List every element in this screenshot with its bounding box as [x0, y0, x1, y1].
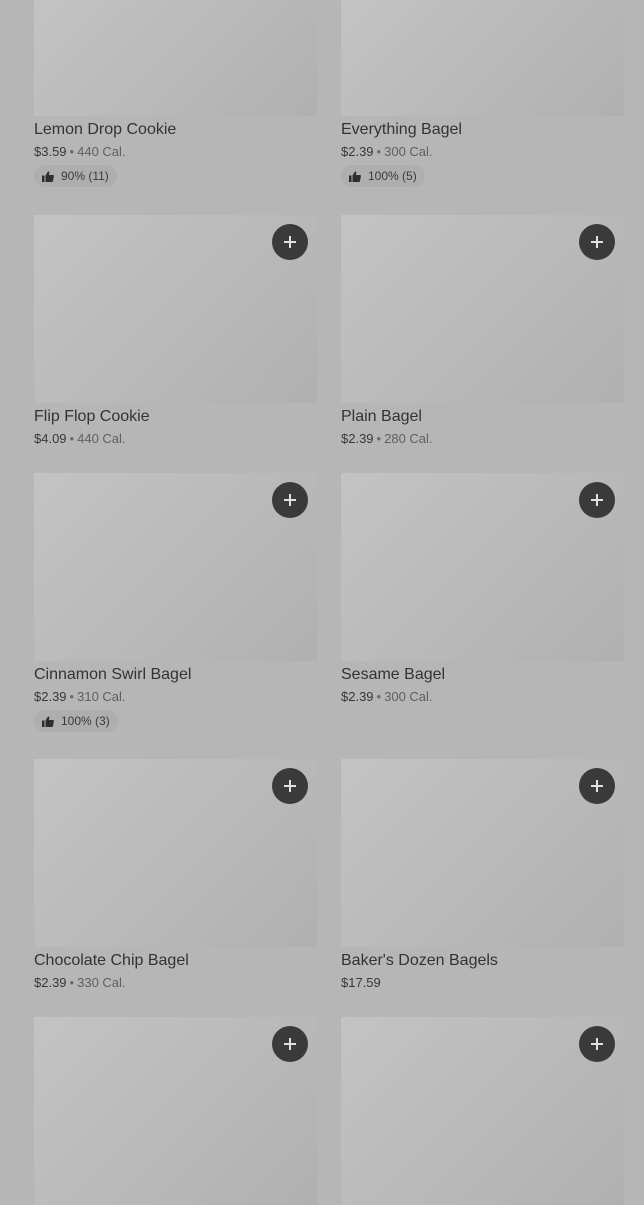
product-name: Flip Flop Cookie [34, 408, 150, 425]
product-card[interactable] [34, 1017, 317, 1205]
product-calories: 300 Cal. [384, 144, 433, 159]
product-card[interactable]: Plain Bagel $2.39 • 280 Cal. [341, 215, 624, 446]
add-to-cart-button[interactable] [579, 224, 615, 260]
plus-icon [284, 494, 296, 506]
product-price: $2.39 [341, 689, 374, 704]
product-card[interactable]: Baker's Dozen Bagels $17.59 [341, 759, 624, 990]
product-meta: $2.39 • 280 Cal. [341, 431, 624, 446]
product-image[interactable] [341, 759, 624, 947]
separator: • [69, 975, 75, 990]
separator: • [376, 144, 382, 159]
rating-text: 90% (11) [61, 169, 109, 183]
product-image[interactable] [341, 1017, 624, 1205]
product-price: $17.59 [341, 975, 381, 990]
separator: • [69, 689, 75, 704]
rating-text: 100% (5) [368, 169, 417, 183]
plus-icon [591, 236, 603, 248]
product-image[interactable] [34, 0, 317, 116]
product-image[interactable] [341, 215, 624, 403]
product-image[interactable] [34, 1017, 317, 1205]
product-meta: $2.39 • 300 Cal. [341, 144, 624, 159]
product-name: Plain Bagel [341, 408, 422, 425]
product-card[interactable]: Sesame Bagel $2.39 • 300 Cal. [341, 473, 624, 704]
product-calories: 310 Cal. [77, 689, 126, 704]
product-image[interactable] [341, 473, 624, 661]
plus-icon [284, 1038, 296, 1050]
product-name: Sesame Bagel [341, 666, 446, 683]
plus-icon [591, 1038, 603, 1050]
separator: • [376, 431, 382, 446]
add-to-cart-button[interactable] [579, 1026, 615, 1062]
plus-icon [591, 780, 603, 792]
product-price: $2.39 [34, 689, 67, 704]
product-meta: $3.59 • 440 Cal. [34, 144, 317, 159]
product-price: $2.39 [341, 431, 374, 446]
product-card[interactable]: Everything Bagel $2.39 • 300 Cal. 100% (5) [341, 0, 624, 187]
rating-badge: 100% (5) [341, 165, 425, 187]
product-image[interactable] [34, 215, 317, 403]
plus-icon [284, 780, 296, 792]
plus-icon [284, 236, 296, 248]
add-to-cart-button[interactable] [579, 482, 615, 518]
product-name: Chocolate Chip Bagel [34, 952, 189, 969]
product-calories: 280 Cal. [384, 431, 433, 446]
rating-badge: 100% (3) [34, 710, 118, 732]
product-card[interactable]: Flip Flop Cookie $4.09 • 440 Cal. [34, 215, 317, 446]
add-to-cart-button[interactable] [272, 768, 308, 804]
product-image[interactable] [341, 0, 624, 116]
separator: • [69, 144, 75, 159]
add-to-cart-button[interactable] [272, 1026, 308, 1062]
rating-text: 100% (3) [61, 714, 110, 728]
product-card[interactable]: Cinnamon Swirl Bagel $2.39 • 310 Cal. 100%… [34, 473, 317, 732]
add-to-cart-button[interactable] [579, 768, 615, 804]
product-name: Everything Bagel [341, 121, 462, 138]
product-calories: 440 Cal. [77, 431, 126, 446]
product-meta: $2.39 • 300 Cal. [341, 689, 624, 704]
product-card[interactable]: Lemon Drop Cookie $3.59 • 440 Cal. 90% (11… [34, 0, 317, 187]
add-to-cart-button[interactable] [272, 224, 308, 260]
product-name: Cinnamon Swirl Bagel [34, 666, 192, 683]
product-card[interactable] [341, 1017, 624, 1205]
product-calories: 300 Cal. [384, 689, 433, 704]
product-price: $4.09 [34, 431, 67, 446]
thumbs-up-icon [42, 170, 54, 182]
separator: • [69, 431, 75, 446]
add-to-cart-button[interactable] [272, 482, 308, 518]
product-card[interactable]: Chocolate Chip Bagel $2.39 • 330 Cal. [34, 759, 317, 990]
separator: • [376, 689, 382, 704]
product-name: Baker's Dozen Bagels [341, 952, 498, 969]
product-meta: $2.39 • 330 Cal. [34, 975, 317, 990]
plus-icon [591, 494, 603, 506]
thumbs-up-icon [349, 170, 361, 182]
product-meta: $17.59 [341, 975, 624, 990]
product-calories: 440 Cal. [77, 144, 126, 159]
rating-badge: 90% (11) [34, 165, 117, 187]
thumbs-up-icon [42, 715, 54, 727]
product-price: $2.39 [34, 975, 67, 990]
product-calories: 330 Cal. [77, 975, 126, 990]
product-meta: $2.39 • 310 Cal. [34, 689, 317, 704]
product-name: Lemon Drop Cookie [34, 121, 177, 138]
product-price: $3.59 [34, 144, 67, 159]
product-meta: $4.09 • 440 Cal. [34, 431, 317, 446]
product-image[interactable] [34, 759, 317, 947]
product-price: $2.39 [341, 144, 374, 159]
product-image[interactable] [34, 473, 317, 661]
